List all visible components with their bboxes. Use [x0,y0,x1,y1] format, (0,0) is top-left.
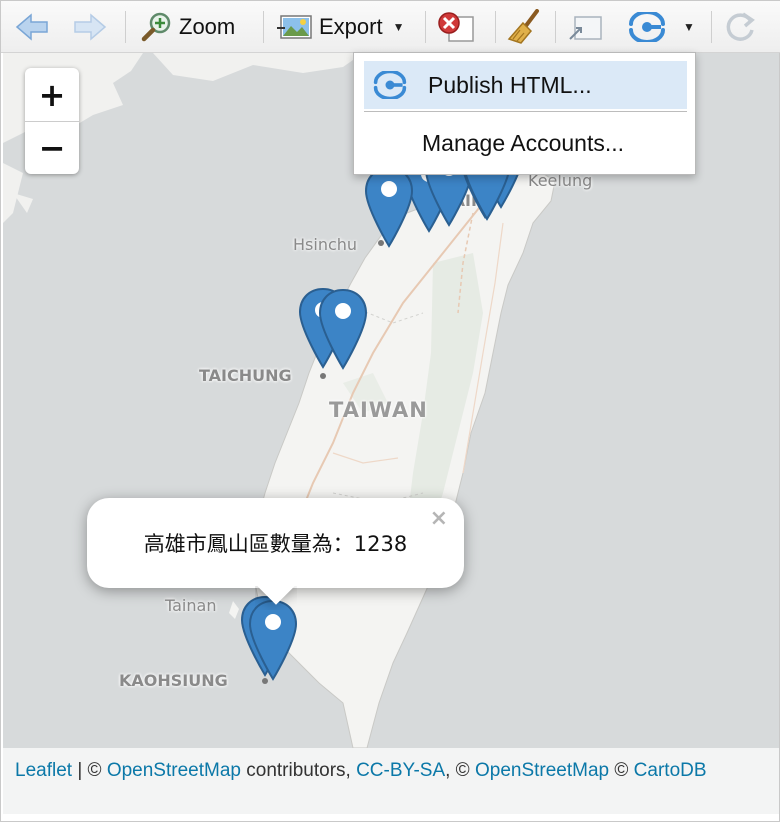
export-button[interactable]: Export ▼ [277,7,404,47]
publish-icon [629,12,665,42]
chevron-down-icon: ▼ [392,20,405,34]
viewer-toolbar: Zoom Export ▼ ▼ [1,1,780,53]
magnifier-zoom-icon [141,12,171,42]
place-label-kaohsiung: KAOHSIUNG [119,671,228,690]
marker-popup: 高雄市鳳山區數量為：1238 × [87,498,464,588]
remove-plot-button[interactable] [437,7,475,47]
openstreetmap-link[interactable]: OpenStreetMap [475,760,609,781]
popup-tip [255,586,297,610]
menu-item-manage-accounts[interactable]: Manage Accounts... [364,119,687,167]
zoom-out-button[interactable]: − [25,121,79,174]
popout-window-icon [569,16,602,40]
chevron-down-icon: ▼ [683,20,695,34]
map-marker[interactable] [247,599,299,681]
attribution-separator: © [609,760,634,781]
place-label-tainan: Tainan [165,596,217,615]
broom-icon [507,9,539,44]
menu-item-label: Manage Accounts... [422,129,625,156]
openstreetmap-link[interactable]: OpenStreetMap [107,760,241,781]
attribution-separator: | © [72,760,107,781]
publish-button[interactable]: ▼ [627,7,695,47]
refresh-button[interactable] [723,7,757,47]
forward-button[interactable] [73,7,107,47]
export-image-icon [277,15,312,39]
cc-by-sa-link[interactable]: CC-BY-SA [356,760,445,781]
zoom-button[interactable]: Zoom [141,7,235,47]
map-marker[interactable] [317,288,369,370]
show-in-window-button[interactable] [567,7,603,47]
refresh-icon [726,12,755,41]
menu-separator [364,111,687,112]
clear-all-button[interactable] [507,7,543,47]
map-attribution: Leaflet | © OpenStreetMap contributors, … [3,748,779,814]
html-viewer-window: Zoom Export ▼ ▼ Keelung TAIPE Hsinchu TA… [0,0,780,822]
cartodb-link[interactable]: CartoDB [634,760,707,781]
place-label-taiwan: TAIWAN [329,398,428,422]
attribution-separator: , © [445,760,475,781]
publish-icon [373,71,407,99]
menu-item-publish-html[interactable]: Publish HTML... [364,61,687,109]
menu-item-label: Publish HTML... [428,71,592,98]
back-button[interactable] [15,7,49,47]
popup-close-button[interactable]: × [430,506,448,531]
export-label: Export [319,14,383,39]
arrow-right-icon [74,13,107,41]
leaflet-link[interactable]: Leaflet [15,760,72,781]
publish-dropdown-menu: Publish HTML... Manage Accounts... [353,52,696,175]
zoom-control: + − [25,68,79,174]
attribution-contributors: contributors, [240,760,357,781]
arrow-left-icon [15,13,48,41]
popup-text: 高雄市鳳山區數量為：1238 [143,532,408,556]
map-marker[interactable] [363,166,415,248]
place-label-taichung: TAICHUNG [199,366,292,385]
zoom-in-button[interactable]: + [25,68,79,121]
zoom-label: Zoom [179,14,236,39]
delete-icon [438,12,474,42]
place-label-hsinchu: Hsinchu [293,235,358,254]
